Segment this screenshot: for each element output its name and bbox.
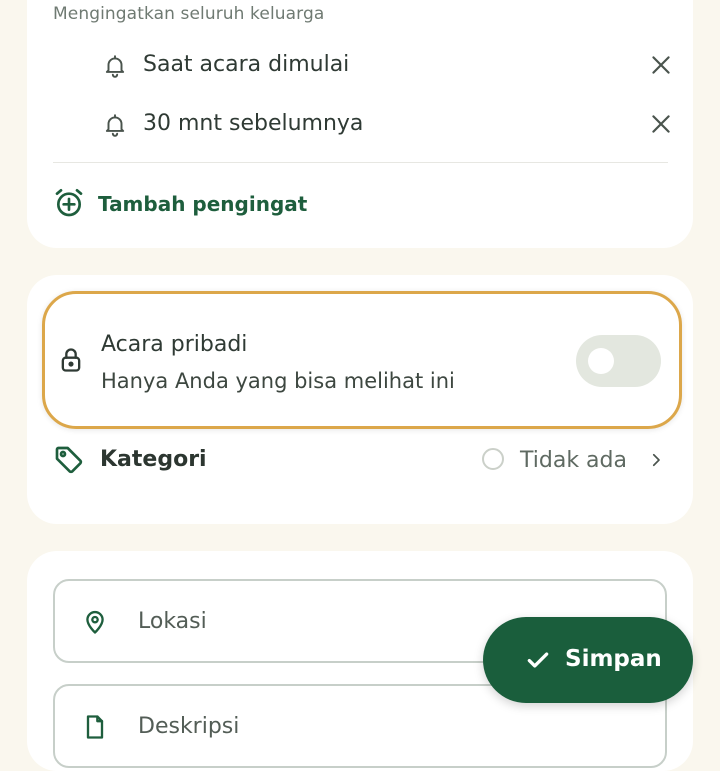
category-color-indicator [482,448,504,470]
document-icon [86,715,104,739]
close-icon[interactable] [648,52,674,78]
private-event-row[interactable]: Acara pribadi Hanya Anda yang bisa melih… [42,291,682,429]
reminder-label: Saat acara dimulai [143,52,350,77]
save-button[interactable]: Simpan [483,617,693,703]
family-reminder-label: Mengingatkan seluruh keluarga [53,4,325,24]
add-reminder-label: Tambah pengingat [98,192,308,216]
private-event-toggle[interactable] [576,335,661,387]
bell-icon [105,55,125,78]
tag-icon [55,446,83,474]
reminder-row: 30 mnt sebelumnya [100,104,674,144]
category-row[interactable]: Kategori Tidak ada [53,440,668,482]
save-button-label: Simpan [565,646,662,672]
private-event-subtitle: Hanya Anda yang bisa melihat ini [101,369,455,393]
location-placeholder: Lokasi [138,609,207,634]
private-event-title: Acara pribadi [101,332,248,357]
close-icon[interactable] [648,111,674,137]
lock-icon [61,348,81,372]
check-icon [527,652,549,668]
location-pin-icon [86,610,104,634]
chevron-right-icon [652,453,660,467]
alarm-add-icon [55,189,83,217]
category-label: Kategori [100,447,207,472]
toggle-knob [588,348,614,374]
divider [53,162,668,163]
bell-icon [105,114,125,137]
reminder-row: Saat acara dimulai [100,45,674,85]
description-placeholder: Deskripsi [138,714,240,739]
category-value: Tidak ada [520,448,627,473]
reminder-label: 30 mnt sebelumnya [143,111,364,136]
add-reminder-button[interactable]: Tambah pengingat [53,186,353,222]
